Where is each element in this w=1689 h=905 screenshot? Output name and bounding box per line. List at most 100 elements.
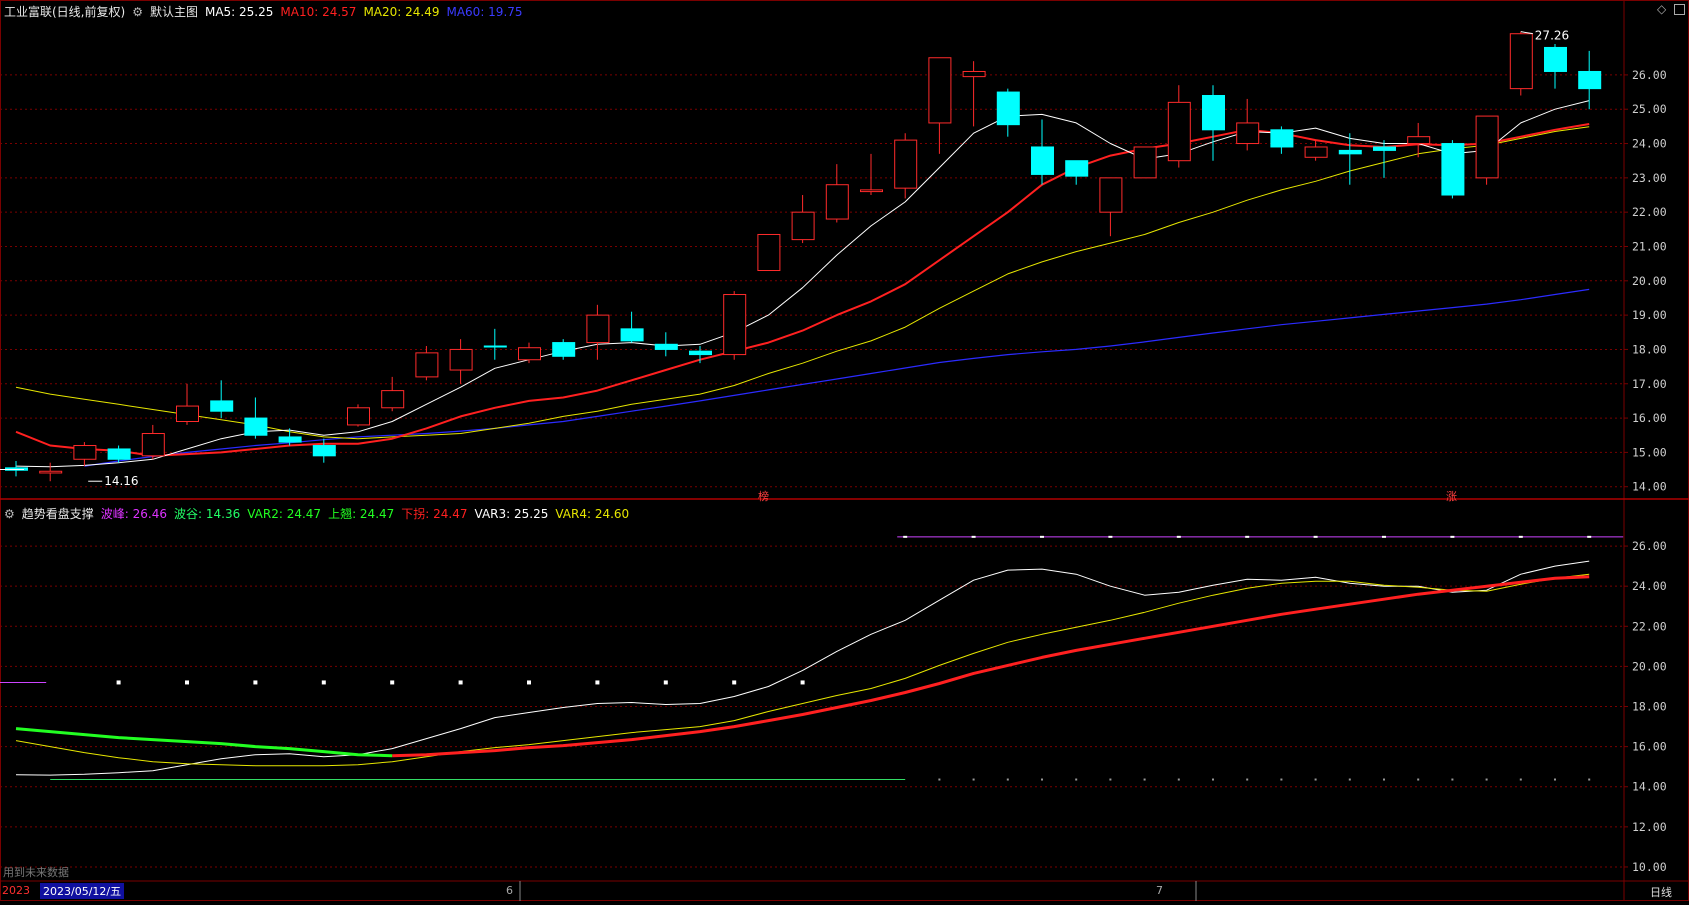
candle <box>1236 98 1260 151</box>
ma60-readout: MA60: 19.75 <box>446 5 523 19</box>
candle <box>1167 85 1191 168</box>
sub-y-tick-label: 12.00 <box>1632 820 1667 834</box>
candle <box>1544 44 1567 89</box>
candle-body <box>586 314 610 344</box>
sub-y-tick-label: 26.00 <box>1632 539 1667 553</box>
candle-body <box>312 445 336 457</box>
candle <box>449 339 473 384</box>
main-y-tick-label: 17.00 <box>1632 377 1667 391</box>
candle <box>381 376 405 412</box>
valley-dot <box>1485 778 1488 781</box>
candle-body <box>1065 160 1089 177</box>
candle <box>39 462 63 482</box>
candle-body <box>1270 129 1294 148</box>
candle-body <box>996 91 1020 126</box>
valley-dot <box>1212 778 1214 781</box>
sub-chart-header: ⚙ 趋势看盘支撑 波峰: 26.46 波谷: 14.36 VAR2: 24.47 上翘: … <box>4 506 636 522</box>
old-peak-dot <box>458 680 463 685</box>
candle <box>312 438 336 463</box>
candle-body <box>552 342 576 357</box>
candle-body <box>757 233 781 272</box>
candle <box>962 61 986 127</box>
old-peak-dot <box>732 680 737 685</box>
diamond-icon[interactable]: ◇ <box>1657 2 1666 16</box>
old-peak-dot <box>390 680 395 685</box>
ma-line-ma20 <box>15 126 1590 440</box>
candle-body <box>1167 101 1191 162</box>
down-readout: 下拐: 24.47 <box>401 507 468 521</box>
candle <box>654 332 678 357</box>
candle <box>210 380 234 419</box>
candle-body <box>483 345 507 348</box>
candle-body <box>73 445 97 460</box>
old-peak-dot <box>116 680 121 685</box>
ma5-readout: MA5: 25.25 <box>204 5 274 19</box>
chart-canvas[interactable]: 14.00 15.00 16.00 17.00 18.00 19.00 20.00 21.00… <box>0 0 1689 901</box>
peak-dot <box>1450 535 1455 538</box>
peak-dot <box>1518 535 1523 538</box>
valley-dot <box>972 778 975 781</box>
old-peak-dot <box>185 680 189 685</box>
candle-body <box>1236 122 1260 145</box>
candle <box>894 133 918 199</box>
candle-body <box>518 347 541 361</box>
candle <box>518 342 541 364</box>
valley-dot <box>1451 778 1454 781</box>
candle <box>347 404 370 427</box>
valley-dot <box>1143 778 1146 781</box>
stock-title[interactable]: 工业富联(日线,前复权) <box>4 5 125 19</box>
candle-body <box>1441 143 1465 196</box>
candle-body <box>791 211 815 241</box>
main-y-tick-label: 15.00 <box>1632 445 1667 459</box>
candle-body <box>1509 33 1533 90</box>
period-label[interactable]: 日线 <box>1650 884 1672 900</box>
sub-y-tick-label: 18.00 <box>1632 700 1667 714</box>
candle <box>1441 140 1465 199</box>
sub-y-tick-label: 24.00 <box>1632 579 1667 593</box>
candle <box>1065 160 1089 185</box>
indicator-name[interactable]: 趋势看盘支撑 <box>22 507 94 521</box>
valley-dot <box>1554 778 1556 781</box>
chart-stage[interactable]: 14.00 15.00 16.00 17.00 18.00 19.00 20.00 21.00… <box>0 0 1689 901</box>
valley-dot <box>1314 778 1317 781</box>
peak-dot <box>1313 535 1318 538</box>
candle <box>1578 50 1602 110</box>
sub-y-tick-label: 20.00 <box>1632 659 1667 673</box>
ma-line-ma10 <box>15 123 1590 457</box>
valley-dot <box>1519 778 1522 781</box>
valley-readout: 波谷: 14.36 <box>174 507 241 521</box>
low-price-label: 14.16 <box>104 474 138 488</box>
candle <box>791 195 815 244</box>
sub-line-下拐 <box>15 727 393 758</box>
candle-body <box>1099 177 1123 213</box>
candle <box>928 57 952 154</box>
sub-y-tick-label: 16.00 <box>1632 740 1667 754</box>
settings-gear-icon[interactable]: ⚙ <box>132 5 143 19</box>
old-peak-dot <box>663 680 668 685</box>
candle-body <box>1304 146 1328 158</box>
valley-dot <box>1348 778 1351 781</box>
valley-dot <box>1177 778 1180 781</box>
main-y-tick-label: 23.00 <box>1632 171 1667 185</box>
candle <box>723 291 747 360</box>
sub-y-tick-label: 22.00 <box>1632 619 1667 633</box>
candle-body <box>1202 94 1225 131</box>
template-label[interactable]: 默认主图 <box>150 5 198 19</box>
year-label: 2023 <box>2 884 30 897</box>
sub-settings-gear-icon[interactable]: ⚙ <box>4 507 15 521</box>
candle <box>1270 126 1294 154</box>
candle <box>176 383 199 425</box>
up-readout: 上翘: 24.47 <box>328 507 395 521</box>
valley-dot <box>1588 778 1591 781</box>
valley-dot <box>1041 778 1043 781</box>
peak-dot <box>1587 535 1592 538</box>
candle-body <box>962 70 986 78</box>
peak-readout: 波峰: 26.46 <box>100 507 167 521</box>
main-y-tick-label: 16.00 <box>1632 411 1667 425</box>
pane-toggle-icon[interactable] <box>1674 4 1685 15</box>
valley-dot <box>1383 778 1385 781</box>
main-y-tick-label: 18.00 <box>1632 342 1667 356</box>
candle <box>244 397 268 439</box>
candle-body <box>825 184 849 220</box>
candle <box>1031 119 1054 185</box>
